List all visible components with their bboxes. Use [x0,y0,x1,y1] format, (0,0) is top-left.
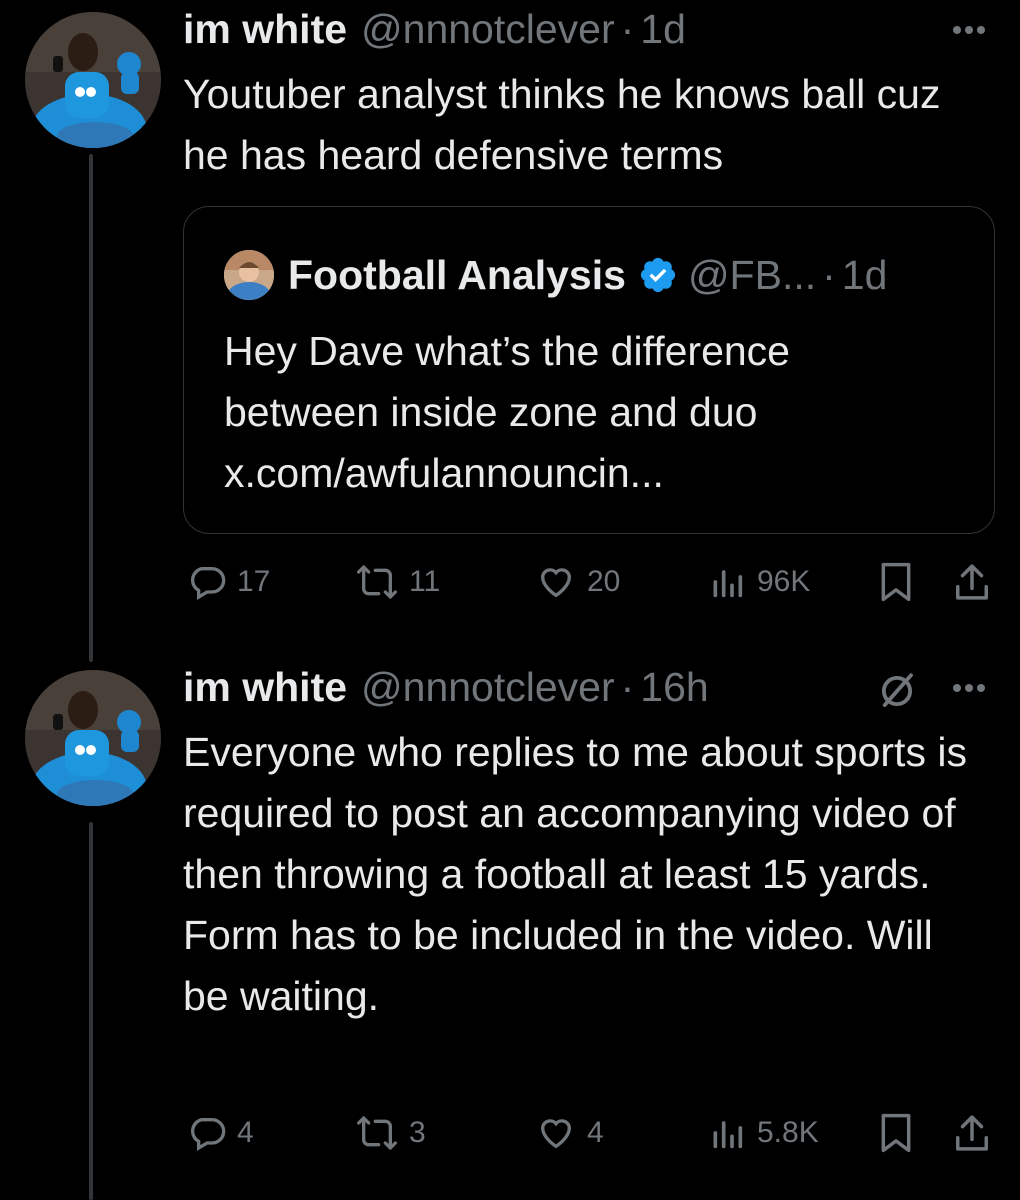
bookmark-button[interactable] [877,557,915,607]
quoted-timestamp[interactable]: 1d [842,252,888,299]
tweet-text: Everyone who replies to me about sports … [183,729,967,1019]
quoted-tweet-header: Football Analysis @FB... · 1d [224,247,887,303]
repost-button[interactable]: 3 [355,1108,426,1158]
quoted-display-name[interactable]: Football Analysis [288,252,626,299]
quoted-tweet[interactable]: Football Analysis @FB... · 1d Hey Dave w… [183,206,995,534]
user-handle[interactable]: @nnnotclever [361,664,615,711]
like-button[interactable]: 4 [535,1108,604,1158]
view-count: 5.8K [757,1116,819,1149]
tweet-header: im white @nnnotclever · 1d [183,6,996,60]
tweet[interactable]: im white @nnnotclever · 1d Youtuber anal… [183,6,996,186]
repost-icon [356,565,397,599]
views-button[interactable]: 96K [707,557,810,607]
reply-icon [190,567,226,600]
share-icon [956,564,988,600]
repost-button[interactable]: 11 [355,557,440,607]
reply-count: 4 [237,1116,254,1149]
verified-badge-icon [640,257,676,293]
views-icon [713,570,743,598]
timestamp[interactable]: 16h [640,664,708,711]
quoted-user-handle[interactable]: @FB... [688,252,816,299]
share-button[interactable] [953,1108,991,1158]
like-count: 20 [587,565,621,598]
reply-button[interactable]: 17 [187,557,270,607]
heart-icon [540,568,572,598]
repost-count: 3 [409,1116,426,1149]
more-icon[interactable] [946,10,992,50]
avatar[interactable] [25,670,161,806]
views-icon [713,1121,743,1149]
bookmark-button[interactable] [877,1108,915,1158]
separator-dot: · [620,6,635,52]
bookmark-icon [881,562,911,602]
repost-icon [356,1116,397,1150]
thread-line [89,822,93,1200]
avatar[interactable] [25,12,161,148]
timestamp[interactable]: 1d [640,6,686,53]
quoted-tweet-text: Hey Dave what’s the difference between i… [224,328,790,496]
view-count: 96K [757,565,811,598]
share-icon [956,1115,988,1151]
reply-icon [190,1118,226,1151]
reply-count: 17 [237,565,271,598]
separator-dot: · [822,251,836,298]
tweet-actions: 4 3 4 5.8K [183,1108,996,1158]
tweet-actions: 17 11 20 96K [183,557,996,607]
like-button[interactable]: 20 [535,557,620,607]
separator-dot: · [620,664,635,710]
share-button[interactable] [953,557,991,607]
grok-icon[interactable] [876,670,918,712]
tweet-text: Youtuber analyst thinks he knows ball cu… [183,71,941,178]
tweet-header: im white @nnnotclever · 16h [183,664,996,718]
thread-line [89,154,93,662]
like-count: 4 [587,1116,604,1149]
heart-icon [540,1119,572,1149]
bookmark-icon [881,1113,911,1153]
reply-button[interactable]: 4 [187,1108,254,1158]
tweet[interactable]: im white @nnnotclever · 16h Everyone who… [183,664,996,1027]
repost-count: 11 [409,565,441,598]
views-button[interactable]: 5.8K [707,1108,819,1158]
user-handle[interactable]: @nnnotclever [361,6,615,53]
more-icon[interactable] [946,668,992,708]
display-name[interactable]: im white [183,664,347,711]
display-name[interactable]: im white [183,6,347,53]
quoted-avatar [224,250,274,300]
